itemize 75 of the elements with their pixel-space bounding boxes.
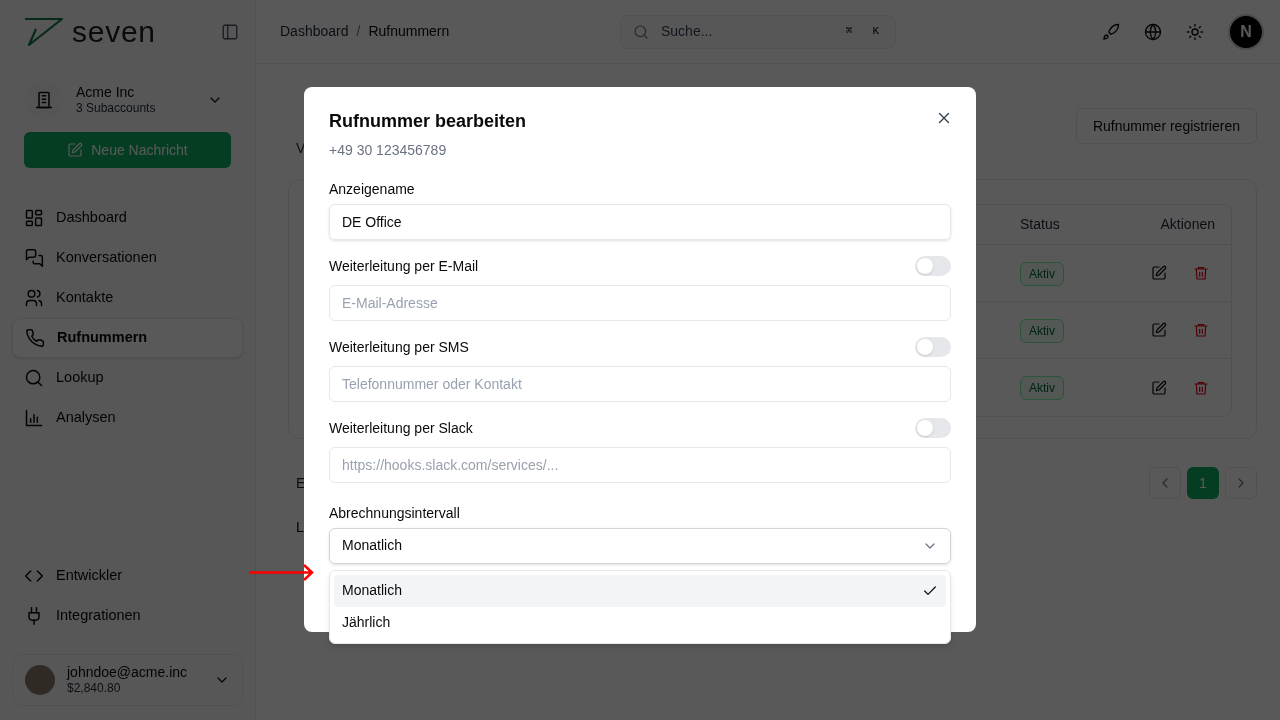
new-message-button[interactable]: Neue Nachricht	[24, 132, 231, 168]
logo-text: seven	[72, 17, 156, 47]
building-icon	[34, 90, 54, 110]
nav-item[interactable]: Konversationen	[12, 238, 243, 278]
phone-icon	[25, 328, 45, 348]
field-label: Weiterleitung per SMS	[329, 337, 469, 357]
account-name: Acme Inc	[76, 83, 136, 102]
account-switcher[interactable]: Acme Inc 3 Subaccounts	[12, 76, 243, 124]
users-icon	[24, 288, 44, 308]
paper-plane-logo-icon	[24, 17, 64, 47]
select-field[interactable]: Monatlich	[329, 527, 951, 564]
select-value: Monatlich	[342, 536, 402, 556]
breadcrumb-link[interactable]: Dashboard	[280, 21, 349, 42]
dropdown-option[interactable]: Monatlich	[334, 574, 946, 607]
toggle-switch[interactable]	[915, 256, 951, 277]
register-number-button[interactable]: Rufnummer registrieren	[1075, 108, 1257, 144]
text-field[interactable]: DE Office	[329, 203, 951, 240]
table-footer-text: E	[296, 473, 306, 493]
toggle-switch[interactable]	[915, 337, 951, 358]
status-badge: Aktiv	[1020, 376, 1064, 400]
lower-text: L	[296, 518, 305, 537]
trash-icon	[1193, 265, 1209, 281]
bar-chart-icon	[24, 408, 44, 428]
nav-item[interactable]: Rufnummern	[12, 318, 243, 358]
sidebar-toggle-icon	[221, 23, 239, 41]
search-icon	[24, 368, 44, 388]
status-badge: Aktiv	[1020, 261, 1064, 286]
rocket-icon	[1102, 22, 1120, 41]
column-header: Status	[1020, 215, 1061, 234]
input-field[interactable]: https://hooks.slack.com/services/...	[329, 446, 951, 483]
edit-icon	[67, 142, 84, 158]
dashboard-icon	[24, 208, 44, 228]
breadcrumb-current: Rufnummern	[368, 22, 450, 41]
search-placeholder: Suche...	[661, 22, 714, 41]
account-subaccounts: 3 Subaccounts	[76, 101, 156, 117]
nav-item[interactable]: Kontakte	[12, 278, 243, 318]
user-email: johndoe@acme.inc	[67, 663, 188, 682]
user-avatar[interactable]: N	[1228, 13, 1264, 50]
dialog-title: Rufnummer bearbeiten	[329, 110, 527, 133]
nav-item[interactable]: Dashboard	[12, 198, 243, 238]
edit-icon	[1151, 322, 1167, 338]
annotation-arrow	[249, 563, 315, 582]
field-label: Anzeigename	[329, 179, 416, 199]
field-label: Weiterleitung per Slack	[329, 418, 473, 438]
search-icon	[633, 23, 649, 40]
trash-icon	[1193, 379, 1209, 396]
shortcut-key: ⌘	[841, 23, 857, 40]
dialog-subtitle: +49 30 123456789	[329, 140, 448, 160]
next-page-button[interactable]	[1225, 467, 1257, 499]
status-badge: Aktiv	[1020, 318, 1064, 343]
nav-item[interactable]: Integrationen	[12, 596, 243, 636]
column-header: Aktionen	[1159, 215, 1216, 234]
trash-icon	[1193, 322, 1209, 338]
search-field[interactable]: Suche... ⌘ K	[620, 14, 896, 49]
nav-item[interactable]: Lookup	[12, 358, 243, 398]
edit-icon	[1151, 265, 1167, 281]
input-field[interactable]: Telefonnummer oder Kontakt	[329, 365, 951, 402]
nav-item[interactable]: Entwickler	[12, 556, 243, 596]
breadcrumb-separator: /	[356, 22, 361, 41]
field-label: Weiterleitung per E-Mail	[329, 256, 479, 276]
globe-icon	[1144, 22, 1162, 41]
toggle-switch[interactable]	[915, 418, 951, 439]
page-button[interactable]: 1	[1187, 467, 1219, 499]
user-balance: $2,840.80	[67, 681, 122, 697]
avatar-placeholder	[25, 665, 55, 695]
user-menu[interactable]: johndoe@acme.inc $2,840.80	[12, 654, 243, 706]
previous-page-button[interactable]	[1149, 467, 1181, 499]
dropdown-option[interactable]: Jährlich	[334, 606, 946, 639]
input-field[interactable]: E-Mail-Adresse	[329, 284, 951, 321]
field-label: Abrechnungsintervall	[329, 503, 461, 523]
edit-icon	[1151, 379, 1167, 396]
shortcut-key: K	[868, 23, 883, 40]
sun-icon	[1186, 22, 1204, 41]
chat-bubbles-icon	[24, 248, 44, 268]
nav-item[interactable]: Analysen	[12, 398, 243, 438]
